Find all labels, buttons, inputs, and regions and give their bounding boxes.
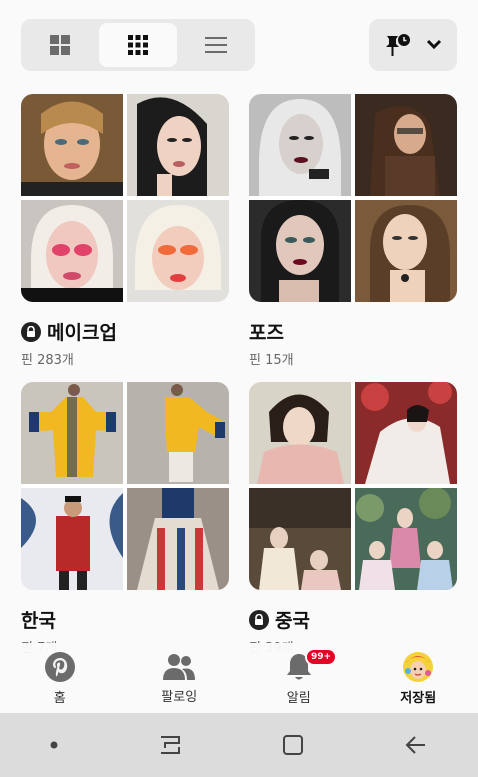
- system-navigation-bar: [0, 713, 478, 777]
- pin-thumbnail: [127, 200, 229, 302]
- pin-thumbnail: [249, 488, 351, 590]
- pin-thumbnail: [127, 94, 229, 196]
- board-title-text: 메이크업: [47, 322, 117, 344]
- board-pin-count: 핀 283개: [21, 353, 74, 368]
- board-title[interactable]: 중국: [249, 606, 457, 633]
- back-arrow-icon[interactable]: [403, 734, 429, 756]
- view-option-wide-grid[interactable]: [21, 19, 99, 71]
- pushpin-clock-icon: [386, 34, 410, 56]
- board-collage[interactable]: [21, 382, 229, 590]
- board-card[interactable]: 메이크업 핀 283개: [21, 94, 229, 368]
- board-title-text: 한국: [21, 610, 56, 632]
- board-collage[interactable]: [21, 94, 229, 302]
- pin-thumbnail: [127, 382, 229, 484]
- view-option-list[interactable]: [177, 19, 255, 71]
- recents-icon[interactable]: [157, 734, 183, 756]
- board-card[interactable]: 포즈 핀 15개: [249, 94, 457, 368]
- pin-thumbnail: [355, 200, 457, 302]
- tab-saved-label: 저장됨: [400, 690, 437, 706]
- top-bar: [0, 0, 478, 88]
- pin-thumbnail: [355, 488, 457, 590]
- list-icon: [205, 37, 227, 53]
- pin-thumbnail: [249, 94, 351, 196]
- pin-thumbnail: [21, 382, 123, 484]
- board-title[interactable]: 포즈: [249, 318, 457, 345]
- view-option-compact-grid[interactable]: [99, 23, 177, 67]
- board-title[interactable]: 메이크업: [21, 318, 229, 345]
- notification-badge: 99+: [305, 648, 338, 666]
- pin-thumbnail: [127, 488, 229, 590]
- chevron-down-icon: [426, 39, 442, 50]
- tab-notifications[interactable]: 99+ 알림: [239, 643, 359, 713]
- tab-following-label: 팔로잉: [161, 689, 198, 705]
- pin-thumbnail: [355, 382, 457, 484]
- board-card[interactable]: 중국 핀 39개: [249, 382, 457, 656]
- dot-icon: [50, 741, 58, 749]
- wide-grid-icon: [50, 35, 70, 55]
- view-toggle: [21, 19, 255, 71]
- board-card[interactable]: 한국 핀 7개: [21, 382, 229, 656]
- board-title[interactable]: 한국: [21, 606, 229, 633]
- board-pin-count: 핀 15개: [249, 353, 294, 368]
- tab-home[interactable]: 홈: [0, 643, 120, 713]
- board-collage[interactable]: [249, 94, 457, 302]
- pin-thumbnail: [249, 382, 351, 484]
- filter-dropdown-button[interactable]: [369, 19, 457, 71]
- boards-grid: 메이크업 핀 283개 포즈 핀 15개 한국 중국: [0, 88, 478, 713]
- tab-following[interactable]: 팔로잉: [120, 643, 240, 713]
- lock-icon: [21, 321, 41, 342]
- pin-thumbnail: [21, 488, 123, 590]
- avatar: [403, 651, 434, 682]
- tab-saved[interactable]: 저장됨: [359, 643, 478, 713]
- pin-thumbnail: [21, 94, 123, 196]
- pin-thumbnail: [249, 200, 351, 302]
- tab-home-label: 홈: [53, 690, 66, 706]
- people-icon: [163, 653, 196, 680]
- board-collage[interactable]: [249, 382, 457, 590]
- compact-grid-icon: [128, 35, 148, 55]
- board-title-text: 중국: [275, 610, 310, 632]
- board-title-text: 포즈: [249, 322, 284, 344]
- tab-notifications-label: 알림: [286, 690, 311, 706]
- home-square-icon[interactable]: [281, 733, 305, 757]
- bottom-tab-bar: 홈 팔로잉 99+ 알림 저장됨: [0, 643, 478, 713]
- lock-icon: [249, 609, 269, 630]
- pin-thumbnail: [355, 94, 457, 196]
- pin-thumbnail: [21, 200, 123, 302]
- pinterest-logo-icon: [44, 651, 75, 682]
